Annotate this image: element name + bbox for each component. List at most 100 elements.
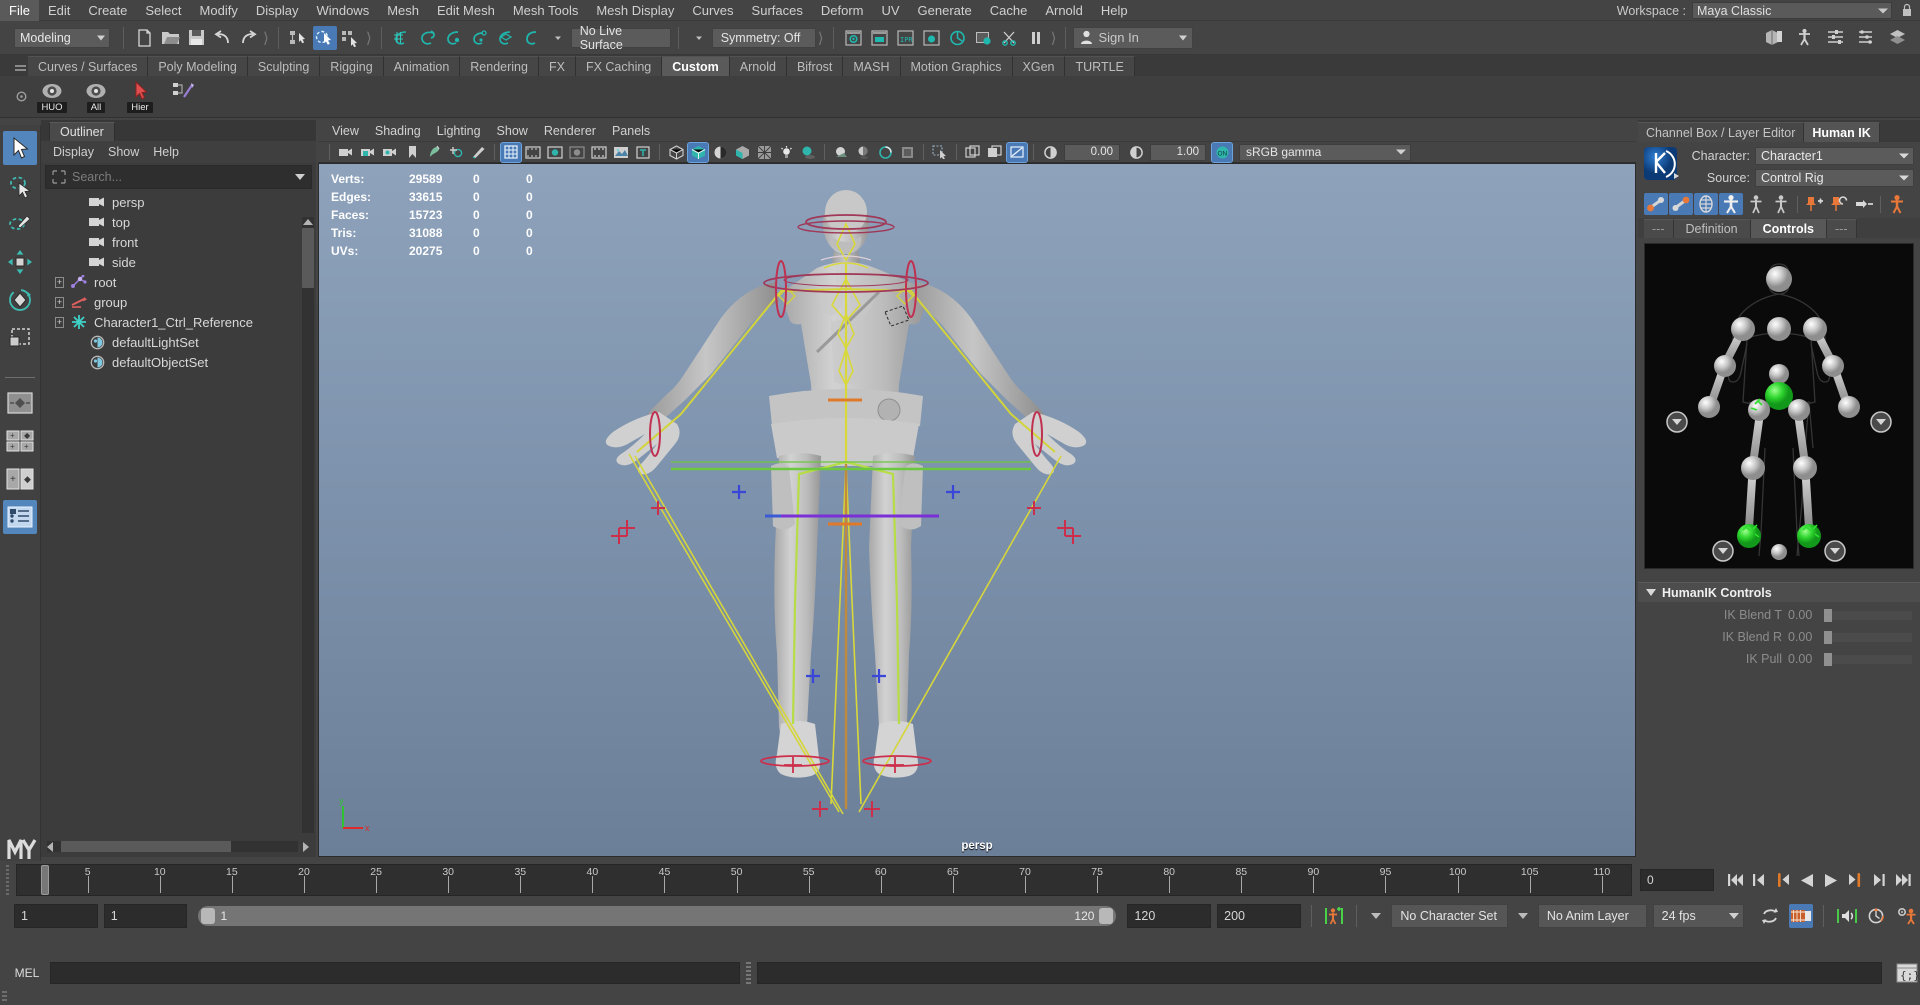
ao-icon[interactable] xyxy=(853,143,873,162)
gamma-field[interactable]: 1.00 xyxy=(1150,143,1206,161)
expand-toggle-icon[interactable]: + xyxy=(55,276,64,288)
slider-knob[interactable] xyxy=(1824,652,1832,666)
play-backwards-icon[interactable] xyxy=(1796,869,1818,891)
pin-remove-icon[interactable] xyxy=(1852,193,1876,215)
outliner-persp-layout[interactable] xyxy=(3,500,37,534)
outliner-vertical-scrollbar[interactable] xyxy=(302,217,314,833)
image-plane-icon[interactable] xyxy=(424,143,444,162)
snap-to-projected-center-icon[interactable] xyxy=(468,26,492,50)
shelf-tab-motion-graphics[interactable]: Motion Graphics xyxy=(900,56,1013,76)
anim-layer-field[interactable]: No Anim Layer xyxy=(1537,904,1647,928)
pin-release-icon[interactable] xyxy=(1827,193,1851,215)
outliner-item-root[interactable]: + root xyxy=(41,272,316,292)
menu-modify[interactable]: Modify xyxy=(191,0,247,21)
viewport-menu-renderer[interactable]: Renderer xyxy=(544,124,596,138)
scroll-thumb[interactable] xyxy=(61,841,231,852)
outliner-item-front[interactable]: front xyxy=(41,232,316,252)
ipr-render-icon[interactable] xyxy=(868,26,892,50)
range-start-handle[interactable] xyxy=(201,908,216,924)
snap-to-curve-icon[interactable] xyxy=(416,26,440,50)
hypershade-icon[interactable] xyxy=(920,26,944,50)
viewport-menu-show[interactable]: Show xyxy=(497,124,528,138)
go-to-end-icon[interactable] xyxy=(1892,869,1914,891)
shelf-grip-icon[interactable] xyxy=(12,56,28,76)
outliner-item-group[interactable]: + group xyxy=(41,292,316,312)
step-forward-key-icon[interactable] xyxy=(1868,869,1890,891)
auto-keyframe-icon[interactable] xyxy=(1322,904,1347,928)
character-set-field[interactable]: No Character Set xyxy=(1391,904,1508,928)
playback-speed-selector[interactable]: 24 fps xyxy=(1652,904,1745,928)
viewport-menu-panels[interactable]: Panels xyxy=(612,124,650,138)
shelf-tab-bifrost[interactable]: Bifrost xyxy=(786,56,844,76)
select-tool[interactable] xyxy=(3,131,37,165)
selection-icon[interactable] xyxy=(1769,193,1793,215)
select-camera-icon[interactable] xyxy=(336,143,356,162)
full-body-icon[interactable] xyxy=(1719,193,1743,215)
outliner-horizontal-scrollbar[interactable] xyxy=(47,841,309,852)
exposure-adjust-icon[interactable] xyxy=(1040,143,1060,162)
render-sequence-icon[interactable] xyxy=(946,26,970,50)
hik-subtab-next[interactable]: --- xyxy=(1827,219,1857,238)
outliner-item-character1-ctrl-reference[interactable]: + Character1_Ctrl_Reference xyxy=(41,312,316,332)
character-panel-icon[interactable] xyxy=(1792,25,1816,49)
color-management-selector[interactable]: sRGB gamma xyxy=(1239,143,1411,161)
shelf-tab-curves-surfaces[interactable]: Curves / Surfaces xyxy=(28,56,149,76)
menu-file[interactable]: File xyxy=(0,0,39,21)
smooth-shade-all-icon[interactable] xyxy=(687,141,709,163)
lock-workspace-icon[interactable] xyxy=(1900,3,1914,18)
lock-camera-icon[interactable] xyxy=(358,143,378,162)
scroll-thumb[interactable] xyxy=(302,228,314,288)
hik-character-controls-stage[interactable] xyxy=(1644,243,1914,569)
camera-attributes-icon[interactable] xyxy=(380,143,400,162)
menu-uv[interactable]: UV xyxy=(872,0,908,21)
menu-display[interactable]: Display xyxy=(247,0,308,21)
play-forwards-icon[interactable] xyxy=(1820,869,1842,891)
shelf-tab-sculpting[interactable]: Sculpting xyxy=(247,56,321,76)
render-scissors-icon[interactable] xyxy=(998,26,1022,50)
pin-add-icon[interactable] xyxy=(1802,193,1826,215)
step-back-key-icon[interactable] xyxy=(1748,869,1770,891)
animation-preferences-icon[interactable] xyxy=(1865,904,1890,928)
open-scene-icon[interactable] xyxy=(158,26,182,50)
command-line-grip[interactable] xyxy=(746,962,751,984)
menu-mesh-display[interactable]: Mesh Display xyxy=(587,0,683,21)
select-by-component-icon[interactable] xyxy=(339,26,363,50)
menu-help[interactable]: Help xyxy=(1092,0,1137,21)
four-view-layout[interactable]: + ◆ + + xyxy=(3,424,37,458)
menu-edit-mesh[interactable]: Edit Mesh xyxy=(428,0,504,21)
modeling-toolkit-icon[interactable] xyxy=(1885,25,1909,49)
render-settings-icon[interactable]: IPR xyxy=(894,26,918,50)
source-selector[interactable]: Control Rig xyxy=(1755,169,1914,187)
smooth-shade-selected-icon[interactable] xyxy=(710,143,730,162)
time-slider[interactable]: 5 10 15 20 25 30 35 40 45 50 55 60 65 70 75 80 85 90 95 100… xyxy=(16,864,1632,896)
ribcage-icon[interactable] xyxy=(1694,193,1718,215)
shadows-icon[interactable] xyxy=(798,143,818,162)
humanik-controls-section-header[interactable]: HumanIK Controls xyxy=(1638,582,1920,602)
slider-value[interactable]: 0.00 xyxy=(1788,630,1824,644)
grid-toggle-icon[interactable] xyxy=(500,141,522,163)
expand-toggle-icon[interactable]: + xyxy=(55,296,64,308)
slider-track[interactable] xyxy=(1824,630,1912,644)
command-language-label[interactable]: MEL xyxy=(10,966,44,980)
loop-playback-icon[interactable] xyxy=(1758,904,1783,928)
playback-end-field[interactable]: 120 xyxy=(1127,904,1212,928)
snap-options-chevron-down-icon[interactable] xyxy=(546,26,570,50)
menu-generate[interactable]: Generate xyxy=(909,0,981,21)
range-end-handle[interactable] xyxy=(1099,908,1114,924)
chevron-down-icon[interactable] xyxy=(295,174,305,180)
undo-icon[interactable] xyxy=(210,26,234,50)
motion-blur-icon[interactable] xyxy=(875,143,895,162)
exposure-field[interactable]: 0.00 xyxy=(1064,143,1120,161)
select-by-object-icon[interactable] xyxy=(312,25,337,50)
render-current-frame-icon[interactable] xyxy=(842,26,866,50)
menu-mesh-tools[interactable]: Mesh Tools xyxy=(504,0,588,21)
gamma-adjust-icon[interactable] xyxy=(1126,143,1146,162)
animation-end-field[interactable]: 200 xyxy=(1217,904,1301,928)
shelf-options-icon[interactable] xyxy=(10,78,32,116)
character-orange-icon[interactable] xyxy=(1885,193,1909,215)
grease-pencil-icon[interactable] xyxy=(468,143,488,162)
outliner-menu-display[interactable]: Display xyxy=(53,145,94,159)
step-forward-frame-icon[interactable] xyxy=(1844,869,1866,891)
shelf-tab-poly-modeling[interactable]: Poly Modeling xyxy=(148,56,248,76)
expand-toggle-icon[interactable]: + xyxy=(55,316,64,328)
